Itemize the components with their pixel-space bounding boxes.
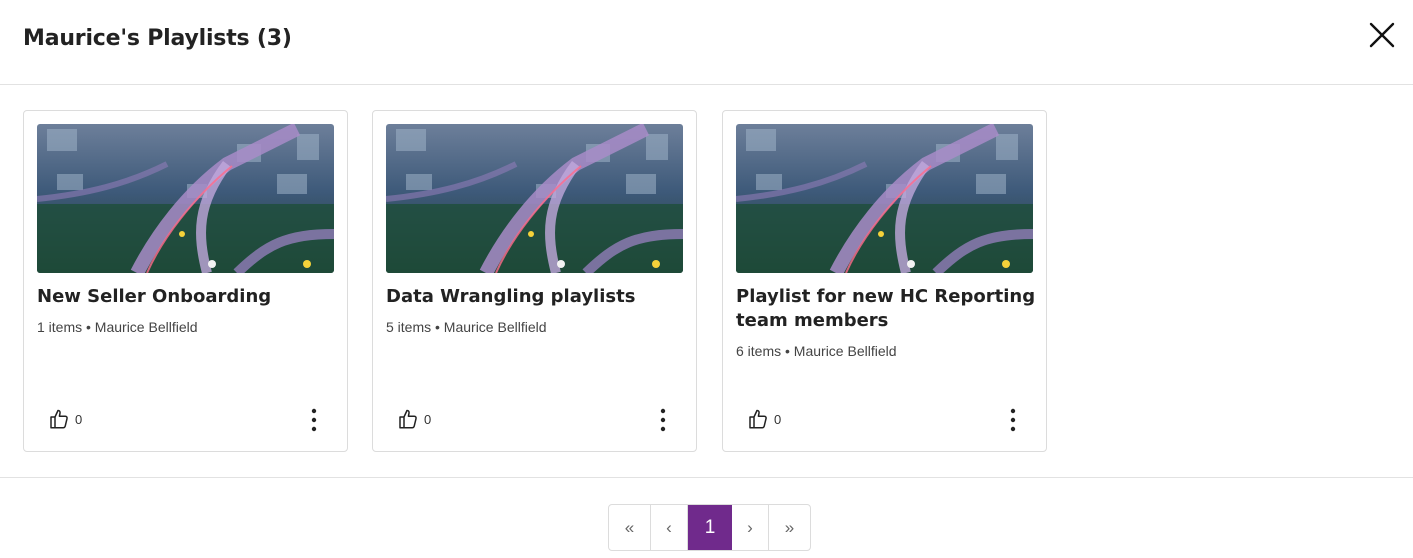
playlist-thumbnail[interactable] xyxy=(37,124,334,273)
playlist-title[interactable]: Playlist for new HC Reporting team membe… xyxy=(736,285,1036,333)
more-options-button[interactable] xyxy=(306,408,322,432)
more-vertical-icon xyxy=(311,408,317,432)
playlist-card[interactable]: Data Wrangling playlists 5 items • Mauri… xyxy=(372,110,697,452)
like-button[interactable]: 0 xyxy=(398,408,431,430)
close-button[interactable] xyxy=(1366,19,1398,51)
playlist-title[interactable]: New Seller Onboarding xyxy=(37,285,337,309)
close-icon xyxy=(1369,22,1395,48)
playlist-meta: 6 items • Maurice Bellfield xyxy=(736,343,897,359)
thumbs-up-icon xyxy=(749,409,767,429)
pagination: « ‹ 1 › » xyxy=(608,504,811,551)
next-page-button[interactable]: › xyxy=(732,505,769,550)
playlist-thumbnail[interactable] xyxy=(736,124,1033,273)
more-vertical-icon xyxy=(1010,408,1016,432)
like-button[interactable]: 0 xyxy=(748,408,781,430)
like-button[interactable]: 0 xyxy=(49,408,82,430)
more-options-button[interactable] xyxy=(1005,408,1021,432)
more-options-button[interactable] xyxy=(655,408,671,432)
playlist-meta: 5 items • Maurice Bellfield xyxy=(386,319,547,335)
prev-page-button[interactable]: ‹ xyxy=(651,505,688,550)
playlist-thumbnail[interactable] xyxy=(386,124,683,273)
page-1-button[interactable]: 1 xyxy=(688,505,732,550)
first-page-button[interactable]: « xyxy=(609,505,651,550)
last-page-button[interactable]: » xyxy=(769,505,810,550)
like-count: 0 xyxy=(774,411,782,427)
playlist-card[interactable]: New Seller Onboarding 1 items • Maurice … xyxy=(23,110,348,452)
thumbs-up-icon xyxy=(50,409,68,429)
more-vertical-icon xyxy=(660,408,666,432)
playlist-meta: 1 items • Maurice Bellfield xyxy=(37,319,198,335)
like-count: 0 xyxy=(75,411,83,427)
modal-header: Maurice's Playlists (3) xyxy=(0,0,1413,85)
playlist-card[interactable]: Playlist for new HC Reporting team membe… xyxy=(722,110,1047,452)
modal-title: Maurice's Playlists (3) xyxy=(23,26,292,51)
like-count: 0 xyxy=(424,411,432,427)
thumbs-up-icon xyxy=(399,409,417,429)
playlist-title[interactable]: Data Wrangling playlists xyxy=(386,285,686,309)
footer-divider xyxy=(0,477,1413,478)
